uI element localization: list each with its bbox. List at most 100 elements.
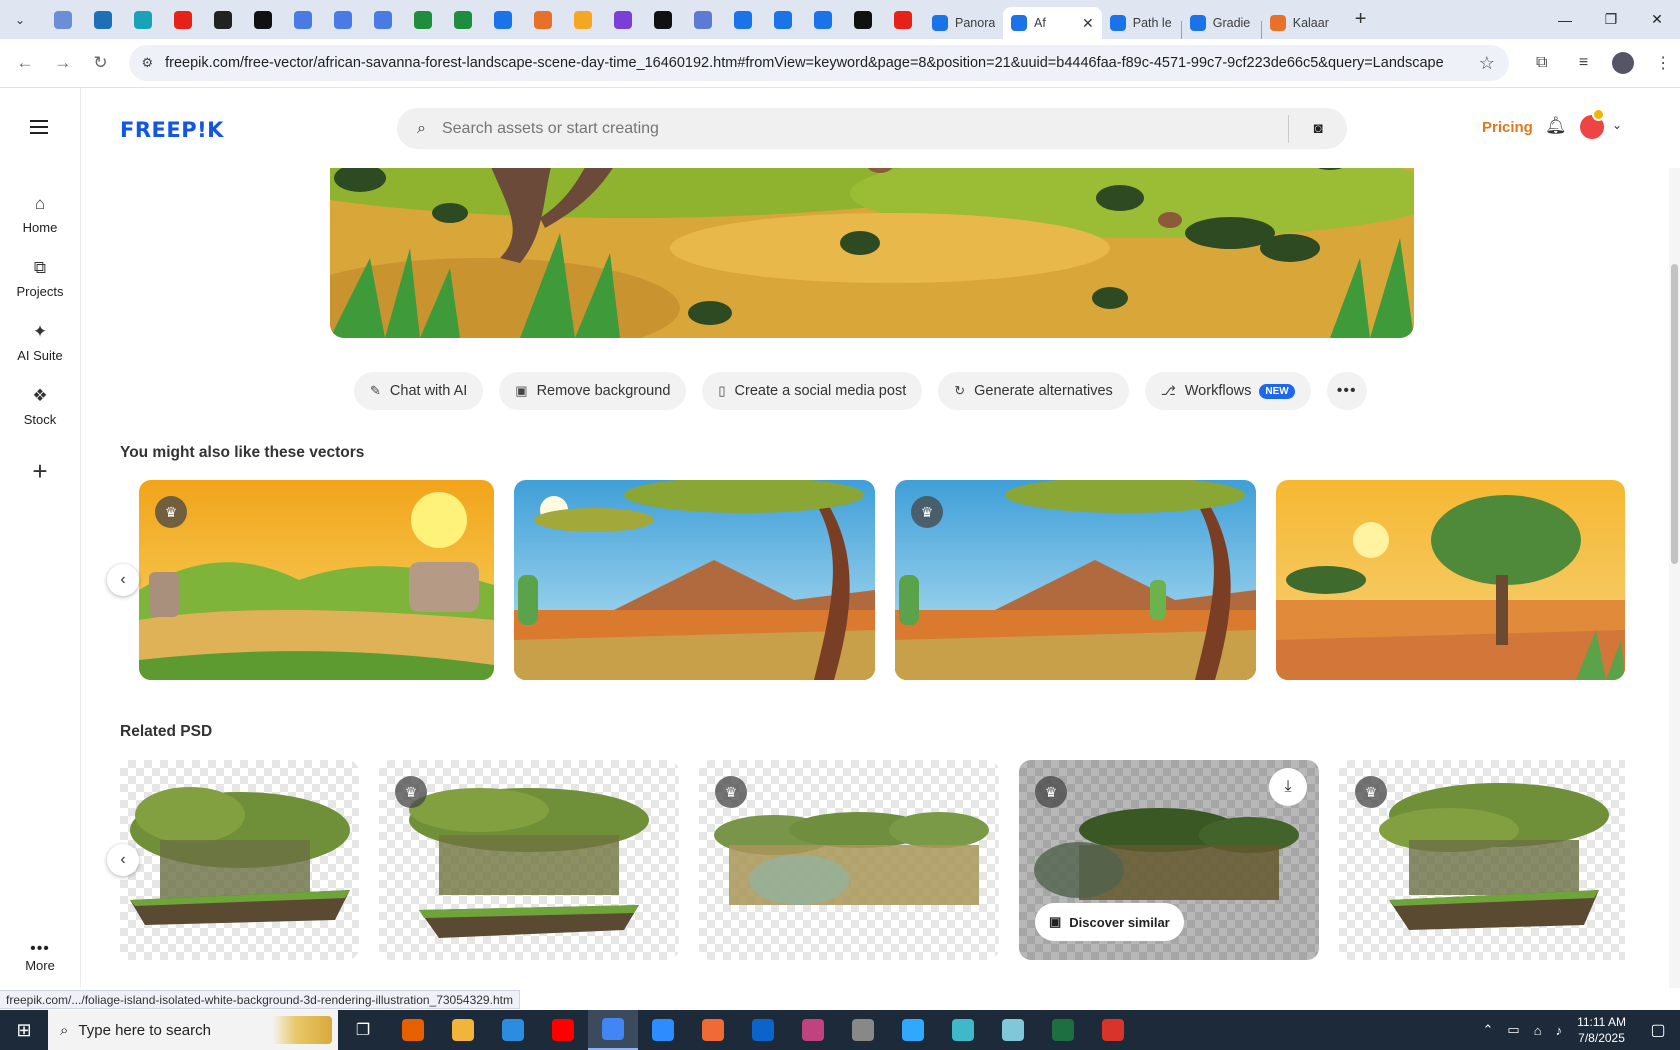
clock[interactable]: 11:11 AM 7/8/2025 [1577, 1014, 1626, 1046]
new-tab-button[interactable]: + [1355, 8, 1367, 31]
taskbar-search-box[interactable]: ⌕ Type here to search [48, 1010, 338, 1050]
tab-active[interactable]: Af ✕ [1003, 7, 1102, 39]
task-view-icon[interactable]: ❐ [338, 1010, 388, 1050]
volume-icon[interactable]: ♪ [1556, 1023, 1563, 1038]
scrollbar-thumb[interactable] [1671, 264, 1678, 564]
media-control-icon[interactable]: ≡ [1567, 54, 1601, 72]
forward-icon[interactable]: → [48, 48, 78, 78]
address-bar[interactable]: ⚙ freepik.com/free-vector/african-savann… [129, 45, 1509, 81]
notifications-icon[interactable]: ▢ [1636, 1020, 1680, 1040]
pinned-tab-favicon-icon[interactable] [694, 10, 712, 29]
taskbar-app-icon[interactable] [1038, 1010, 1088, 1050]
tray-display-icon[interactable]: ▭ [1507, 1022, 1519, 1038]
notification-bell-icon[interactable]: 🔔︎ [1545, 116, 1567, 136]
pinned-tab-favicon-icon[interactable] [494, 10, 512, 29]
workflows-button[interactable]: ⎇ Workflows NEW [1144, 372, 1311, 410]
tray-chevron-icon[interactable]: ⌃ [1483, 1022, 1494, 1038]
network-icon[interactable]: ⌂ [1534, 1023, 1542, 1038]
taskbar-app-icon[interactable] [488, 1010, 538, 1050]
back-icon[interactable]: ← [10, 48, 40, 78]
pinned-tab-favicon-icon[interactable] [54, 10, 72, 29]
pinned-tab-favicon-icon[interactable] [374, 10, 392, 29]
add-plus-icon[interactable]: + [26, 458, 54, 486]
psd-card[interactable]: ♛ [699, 760, 999, 960]
taskbar-app-icon[interactable] [738, 1010, 788, 1050]
pinned-tab-favicon-icon[interactable] [454, 10, 472, 29]
vector-card[interactable] [1276, 480, 1625, 680]
pinned-tab-favicon-icon[interactable] [774, 10, 792, 29]
vector-card[interactable] [514, 480, 875, 680]
pinned-tab-favicon-icon[interactable] [174, 10, 192, 29]
taskbar-app-icon[interactable] [1088, 1010, 1138, 1050]
profile-avatar-icon[interactable] [1606, 52, 1640, 74]
pinned-tab-favicon-icon[interactable] [94, 10, 112, 29]
pinned-tab-favicon-icon[interactable] [254, 10, 272, 29]
create-social-post-button[interactable]: ▯ Create a social media post [702, 372, 923, 410]
minimize-icon[interactable]: — [1542, 0, 1588, 39]
pinned-tab-favicon-icon[interactable] [614, 10, 632, 29]
taskbar-app-icon[interactable] [938, 1010, 988, 1050]
sidebar-item-more[interactable]: ••• More [0, 940, 80, 973]
close-window-icon[interactable]: ✕ [1634, 0, 1680, 39]
psd-card[interactable]: ♛ [379, 760, 679, 960]
pinned-tab-favicon-icon[interactable] [534, 10, 552, 29]
pinned-tab-favicon-icon[interactable] [294, 10, 312, 29]
vector-card[interactable]: ♛ [895, 480, 1256, 680]
discover-similar-button[interactable]: ▣ Discover similar [1035, 903, 1184, 941]
chevron-down-icon[interactable]: ⌄ [1612, 118, 1622, 132]
pinned-tab-favicon-icon[interactable] [814, 10, 832, 29]
pinned-tab-favicon-icon[interactable] [134, 10, 152, 29]
sidebar-item-home[interactable]: ⌂ Home [0, 194, 80, 235]
pinned-tab-favicon-icon[interactable] [854, 10, 872, 29]
pinned-tab-favicon-icon[interactable] [574, 10, 592, 29]
reload-icon[interactable]: ↻ [86, 48, 116, 78]
psd-card[interactable] [120, 760, 359, 960]
search-input[interactable] [441, 119, 1288, 138]
taskbar-app-icon[interactable] [788, 1010, 838, 1050]
pinned-tab-favicon-icon[interactable] [654, 10, 672, 29]
taskbar-app-icon[interactable] [588, 1010, 638, 1050]
taskbar-app-icon[interactable] [638, 1010, 688, 1050]
browser-menu-icon[interactable]: ⋮ [1646, 53, 1680, 73]
sidebar-item-stock[interactable]: ❖ Stock [0, 386, 80, 427]
search-bar[interactable]: ⌕ ◙ [397, 108, 1347, 149]
remove-background-button[interactable]: ▣ Remove background [499, 372, 687, 410]
taskbar-app-icon[interactable] [438, 1010, 488, 1050]
pinned-tab-favicon-icon[interactable] [414, 10, 432, 29]
site-info-icon[interactable]: ⚙ [141, 55, 153, 71]
psd-card[interactable]: ♛ [1339, 760, 1625, 960]
pinned-tab-favicon-icon[interactable] [734, 10, 752, 29]
psd-prev-arrow-icon[interactable]: ‹ [107, 844, 139, 876]
restore-icon[interactable]: ❐ [1588, 0, 1634, 39]
bookmark-star-icon[interactable]: ☆ [1479, 53, 1495, 74]
tab[interactable]: Path le [1102, 7, 1181, 39]
pinned-tab-favicon-icon[interactable] [214, 10, 232, 29]
freepik-logo[interactable]: FREEP!K [120, 118, 224, 142]
pinned-tab-favicon-icon[interactable] [894, 10, 912, 29]
taskbar-app-icon[interactable] [538, 1010, 588, 1050]
tab[interactable]: Kalaar [1262, 7, 1341, 39]
close-tab-icon[interactable]: ✕ [1082, 15, 1094, 32]
tab[interactable]: Panora [924, 7, 1003, 39]
taskbar-app-icon[interactable] [888, 1010, 938, 1050]
pinned-tab-favicon-icon[interactable] [334, 10, 352, 29]
sidebar-item-projects[interactable]: ⧉ Projects [0, 258, 80, 299]
page-scrollbar[interactable] [1669, 88, 1680, 988]
taskbar-app-icon[interactable] [688, 1010, 738, 1050]
vector-card[interactable]: ♛ [139, 480, 494, 680]
tab-search-chevron-icon[interactable]: ⌄ [8, 8, 32, 32]
chat-with-ai-button[interactable]: ✎ Chat with AI [354, 372, 484, 410]
taskbar-app-icon[interactable] [388, 1010, 438, 1050]
hamburger-menu-icon[interactable] [30, 120, 48, 138]
pricing-link[interactable]: Pricing [1482, 119, 1533, 136]
more-actions-button[interactable]: ••• [1326, 372, 1367, 410]
vectors-prev-arrow-icon[interactable]: ‹ [107, 564, 139, 596]
download-icon[interactable]: ⤓ [1269, 768, 1307, 806]
tab[interactable]: Gradie [1182, 7, 1261, 39]
generate-alternatives-button[interactable]: ↻ Generate alternatives [938, 372, 1129, 410]
extensions-icon[interactable]: ⧉ [1525, 54, 1559, 72]
taskbar-app-icon[interactable] [838, 1010, 888, 1050]
sidebar-item-ai-suite[interactable]: ✦ AI Suite [0, 322, 80, 363]
windows-start-icon[interactable]: ⊞ [0, 1010, 48, 1050]
taskbar-app-icon[interactable] [988, 1010, 1038, 1050]
